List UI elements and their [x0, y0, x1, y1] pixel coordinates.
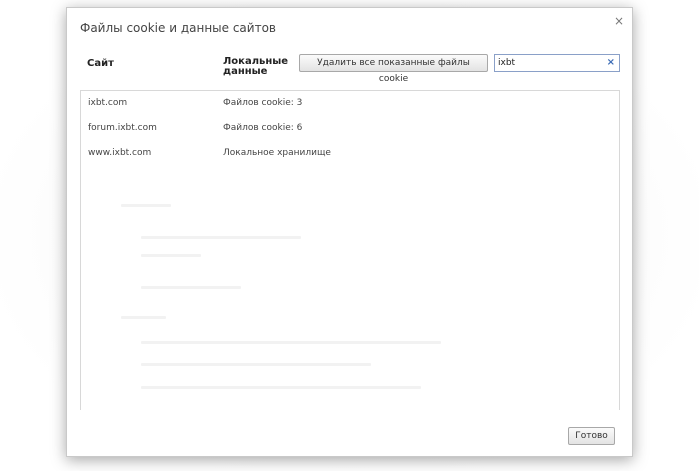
ghost-line	[121, 204, 171, 207]
list-item[interactable]: ixbt.com Файлов cookie: 3	[81, 95, 619, 113]
site-name: forum.ixbt.com	[88, 123, 157, 133]
ghost-line	[141, 363, 371, 366]
dialog-title: Файлы cookie и данные сайтов	[80, 21, 276, 35]
site-local-data: Локальное хранилище	[223, 148, 331, 158]
ghost-line	[121, 316, 166, 319]
list-item[interactable]: forum.ixbt.com Файлов cookie: 6	[81, 120, 619, 138]
close-icon[interactable]: ×	[614, 15, 624, 27]
ghost-line	[141, 236, 301, 239]
ghost-line	[141, 341, 441, 344]
clear-search-icon[interactable]: ×	[607, 55, 615, 71]
site-local-data: Файлов cookie: 6	[223, 123, 303, 133]
site-name: www.ixbt.com	[88, 148, 152, 158]
list-item[interactable]: www.ixbt.com Локальное хранилище	[81, 145, 619, 163]
search-input[interactable]	[495, 55, 606, 71]
cookies-dialog: Файлы cookie и данные сайтов × Сайт Лока…	[66, 7, 633, 457]
site-name: ixbt.com	[88, 98, 128, 108]
ghost-line	[141, 286, 241, 289]
search-box: ×	[494, 54, 620, 72]
ghost-line	[141, 254, 201, 257]
ghost-line	[141, 386, 421, 389]
column-header-site: Сайт	[87, 58, 114, 69]
cookie-site-list: ixbt.com Файлов cookie: 3 forum.ixbt.com…	[80, 90, 620, 410]
done-button[interactable]: Готово	[568, 427, 615, 445]
delete-all-shown-cookies-button[interactable]: Удалить все показанные файлы cookie	[299, 54, 488, 84]
site-local-data: Файлов cookie: 3	[223, 98, 303, 108]
column-header-local-data: Локальные данные	[223, 56, 289, 77]
